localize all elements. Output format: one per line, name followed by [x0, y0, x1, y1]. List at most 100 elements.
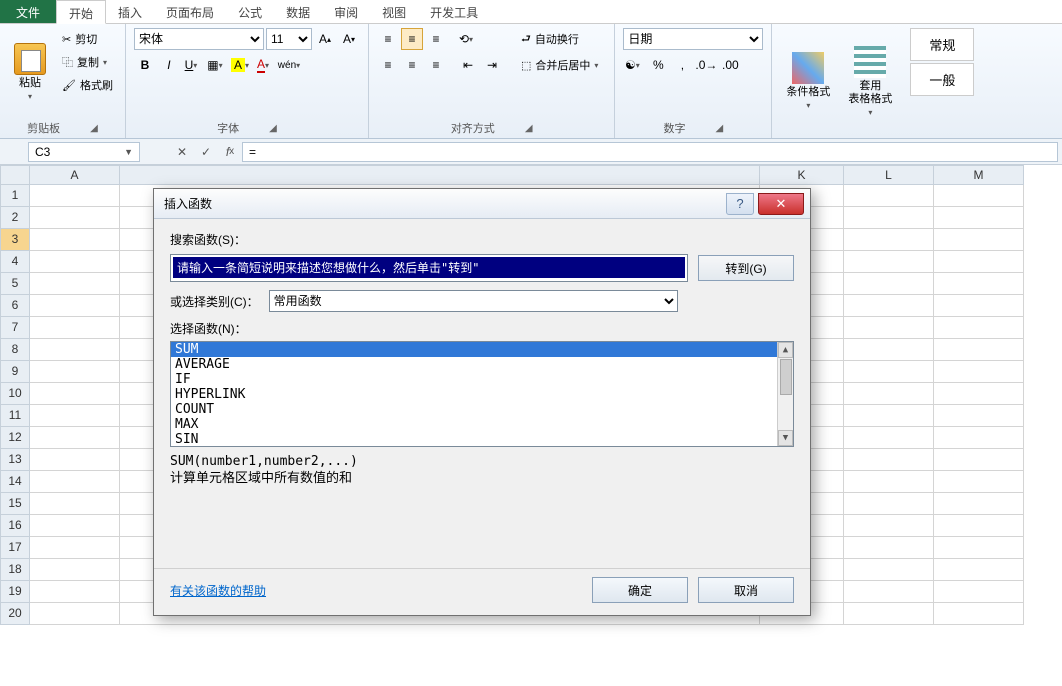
- row-header[interactable]: 13: [0, 449, 30, 471]
- border-button[interactable]: ▦▾: [206, 54, 228, 76]
- tab-file[interactable]: 文件: [0, 0, 56, 23]
- cell[interactable]: [30, 603, 120, 625]
- scroll-up-icon[interactable]: ▲: [778, 342, 793, 358]
- copy-button[interactable]: 复制▾: [58, 51, 117, 73]
- function-listbox[interactable]: SUM AVERAGE IF HYPERLINK COUNT MAX SIN ▲…: [170, 341, 794, 447]
- decrease-decimal-button[interactable]: .00: [719, 54, 741, 76]
- list-item[interactable]: HYPERLINK: [171, 387, 793, 402]
- scroll-thumb[interactable]: [780, 359, 792, 395]
- row-header[interactable]: 3: [0, 229, 30, 251]
- style-general[interactable]: 一般: [910, 63, 974, 96]
- row-header[interactable]: 7: [0, 317, 30, 339]
- cell[interactable]: [30, 449, 120, 471]
- tab-developer[interactable]: 开发工具: [418, 0, 490, 23]
- row-header[interactable]: 1: [0, 185, 30, 207]
- cell[interactable]: [934, 317, 1024, 339]
- cell[interactable]: [844, 273, 934, 295]
- row-header[interactable]: 20: [0, 603, 30, 625]
- list-item[interactable]: SUM: [171, 342, 793, 357]
- cell[interactable]: [30, 273, 120, 295]
- cell[interactable]: [934, 581, 1024, 603]
- cell[interactable]: [30, 405, 120, 427]
- cell[interactable]: [30, 581, 120, 603]
- formula-input[interactable]: =: [242, 142, 1058, 162]
- cell[interactable]: [30, 537, 120, 559]
- align-top-button[interactable]: ≡: [377, 28, 399, 50]
- cell[interactable]: [30, 471, 120, 493]
- cell[interactable]: [844, 581, 934, 603]
- row-header[interactable]: 12: [0, 427, 30, 449]
- tab-view[interactable]: 视图: [370, 0, 418, 23]
- italic-button[interactable]: I: [158, 54, 180, 76]
- align-middle-button[interactable]: ≡: [401, 28, 423, 50]
- scroll-down-icon[interactable]: ▼: [778, 430, 793, 446]
- bold-button[interactable]: B: [134, 54, 156, 76]
- cell[interactable]: [934, 603, 1024, 625]
- increase-font-button[interactable]: A▴: [314, 28, 336, 50]
- cell[interactable]: [934, 405, 1024, 427]
- cell[interactable]: [30, 207, 120, 229]
- cell[interactable]: [844, 251, 934, 273]
- cell[interactable]: [934, 207, 1024, 229]
- ok-button[interactable]: 确定: [592, 577, 688, 603]
- cell[interactable]: [934, 339, 1024, 361]
- function-help-link[interactable]: 有关该函数的帮助: [170, 582, 266, 599]
- col-header[interactable]: K: [760, 165, 844, 185]
- cell[interactable]: [844, 185, 934, 207]
- dialog-titlebar[interactable]: 插入函数 ? ✕: [154, 189, 810, 219]
- row-header[interactable]: 2: [0, 207, 30, 229]
- number-format-select[interactable]: 日期: [623, 28, 763, 50]
- font-size-select[interactable]: 11: [266, 28, 312, 50]
- cell[interactable]: [30, 559, 120, 581]
- align-right-button[interactable]: ≡: [425, 54, 447, 76]
- col-header[interactable]: A: [30, 165, 120, 185]
- insert-function-button[interactable]: fx: [218, 142, 242, 162]
- cell[interactable]: [934, 559, 1024, 581]
- cell[interactable]: [844, 229, 934, 251]
- align-bottom-button[interactable]: ≡: [425, 28, 447, 50]
- orientation-button[interactable]: ⟲▾: [457, 28, 479, 50]
- row-header[interactable]: 10: [0, 383, 30, 405]
- select-all-corner[interactable]: [0, 165, 30, 185]
- cell[interactable]: [844, 339, 934, 361]
- cancel-formula-button[interactable]: ✕: [170, 142, 194, 162]
- tab-page-layout[interactable]: 页面布局: [154, 0, 226, 23]
- cell[interactable]: [934, 383, 1024, 405]
- decrease-indent-button[interactable]: ⇤: [457, 54, 479, 76]
- cell[interactable]: [934, 493, 1024, 515]
- cell[interactable]: [934, 251, 1024, 273]
- wrap-text-button[interactable]: ⮐自动换行: [517, 28, 606, 50]
- cell[interactable]: [934, 427, 1024, 449]
- font-launcher-icon[interactable]: ◢: [269, 123, 277, 134]
- tab-formula[interactable]: 公式: [226, 0, 274, 23]
- underline-button[interactable]: U▾: [182, 54, 204, 76]
- cell[interactable]: [30, 229, 120, 251]
- cell[interactable]: [30, 427, 120, 449]
- cell[interactable]: [844, 471, 934, 493]
- list-scrollbar[interactable]: ▲ ▼: [777, 342, 793, 446]
- row-header[interactable]: 5: [0, 273, 30, 295]
- comma-button[interactable]: ,: [671, 54, 693, 76]
- cell[interactable]: [30, 515, 120, 537]
- style-normal[interactable]: 常规: [910, 28, 974, 61]
- cell[interactable]: [844, 295, 934, 317]
- cut-button[interactable]: 剪切: [58, 28, 117, 50]
- cell[interactable]: [934, 361, 1024, 383]
- cell[interactable]: [934, 537, 1024, 559]
- row-header[interactable]: 4: [0, 251, 30, 273]
- cell[interactable]: [30, 383, 120, 405]
- tab-insert[interactable]: 插入: [106, 0, 154, 23]
- increase-decimal-button[interactable]: .0→: [695, 54, 717, 76]
- format-as-table-button[interactable]: 套用 表格格式▾: [842, 28, 898, 136]
- cell[interactable]: [934, 295, 1024, 317]
- row-header[interactable]: 9: [0, 361, 30, 383]
- row-header[interactable]: 6: [0, 295, 30, 317]
- tab-home[interactable]: 开始: [56, 0, 106, 24]
- category-select[interactable]: 常用函数: [269, 290, 678, 312]
- cell[interactable]: [934, 471, 1024, 493]
- cell[interactable]: [844, 559, 934, 581]
- search-function-input[interactable]: 请输入一条简短说明来描述您想做什么，然后单击"转到": [170, 254, 688, 282]
- tab-data[interactable]: 数据: [274, 0, 322, 23]
- col-header[interactable]: M: [934, 165, 1024, 185]
- cell[interactable]: [844, 207, 934, 229]
